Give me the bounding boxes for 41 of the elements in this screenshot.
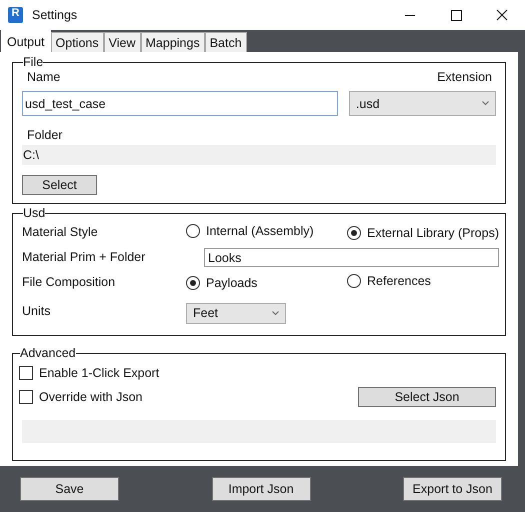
radio-label[interactable]: References (367, 274, 431, 288)
units-dropdown[interactable]: Feet (186, 302, 286, 324)
name-input-field[interactable]: usd_test_case (22, 91, 338, 116)
tab[interactable]: Output (1, 30, 51, 52)
group-title: Usd (23, 206, 46, 220)
select-button[interactable]: Select (22, 175, 97, 195)
radio-label[interactable]: Payloads (206, 276, 258, 290)
window-title: Settings (32, 8, 78, 22)
radio-button[interactable] (186, 276, 200, 290)
checkbox-label[interactable]: Enable 1-Click Export (39, 366, 160, 380)
setting-label: File Composition (22, 274, 116, 291)
checkbox[interactable] (19, 390, 33, 404)
tab[interactable]: Options (50, 32, 104, 52)
folder-path-field: C:\ (22, 145, 496, 165)
import-json-button[interactable]: Import Json (212, 477, 310, 501)
field-label: Name (27, 70, 60, 84)
checkbox[interactable] (19, 366, 33, 380)
checkbox-label[interactable]: Override with Json (39, 390, 143, 404)
radio-button[interactable] (347, 274, 361, 288)
field-label: Folder (27, 128, 62, 142)
radio-button[interactable] (186, 224, 200, 238)
group-title: File (23, 55, 44, 69)
radio-label[interactable]: Internal (Assembly) (206, 224, 314, 238)
field-label: Extension (437, 70, 492, 84)
group-title: Advanced (20, 346, 76, 360)
tab[interactable]: Batch (204, 32, 247, 52)
radio-button[interactable] (347, 226, 361, 240)
setting-label: Material Style (22, 224, 98, 241)
save-button[interactable]: Save (20, 477, 119, 501)
tab[interactable]: View (104, 32, 140, 52)
setting-label: Units (22, 303, 50, 320)
extension-dropdown[interactable]: .usd (348, 91, 496, 116)
app-logo: R (8, 7, 23, 23)
tab[interactable]: Mappings (140, 32, 205, 52)
chevron-down-icon (272, 310, 279, 316)
export-to-json-button[interactable]: Export to Json (403, 477, 502, 501)
chevron-down-icon (482, 101, 489, 106)
select-json-button[interactable]: Select Json (358, 387, 496, 407)
text-input-field[interactable]: Looks (204, 248, 499, 267)
setting-label: Material Prim + Folder (22, 249, 146, 266)
radio-label[interactable]: External Library (Props) (367, 226, 499, 240)
